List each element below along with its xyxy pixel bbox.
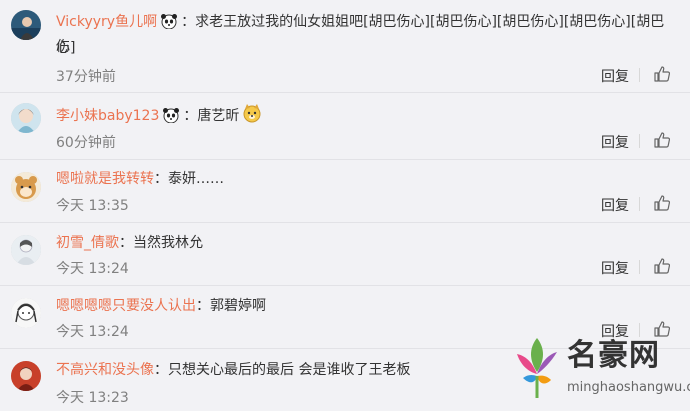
comment-text-continued: 心] — [56, 40, 76, 56]
comment-time: 今天 13:24 — [56, 261, 129, 277]
reply-button[interactable]: 回复 — [601, 132, 629, 152]
thumbs-up-icon[interactable] — [653, 65, 671, 83]
doge-emoji-icon — [242, 103, 262, 130]
comment-username[interactable]: 李小妹baby123 — [56, 108, 159, 124]
comment-time: 今天 13:23 — [56, 390, 129, 406]
comment-username[interactable]: Vickyyry鱼儿啊 — [56, 14, 157, 30]
watermark-title: 名豪网 — [567, 338, 660, 373]
watermark: 名豪网 minghaoshangwu.com — [507, 330, 690, 411]
comment-separator: ： — [196, 298, 210, 314]
comment-username[interactable]: 初雪_倩歌 — [56, 235, 119, 251]
comment-time: 37分钟前 — [56, 69, 116, 85]
comment-time: 今天 13:24 — [56, 324, 129, 340]
comment-item: 李小妹baby123 ：唐艺昕 60分钟前 回复 — [0, 93, 690, 159]
divider — [639, 134, 640, 148]
comment-text: 郭碧婷啊 — [210, 298, 266, 314]
comment-item: 初雪_倩歌：当然我林允 今天 13:24 回复 — [0, 223, 690, 285]
comment-separator: ： — [154, 362, 168, 378]
watermark-url: minghaoshangwu.com — [567, 380, 690, 395]
panda-emoji-icon — [162, 107, 180, 130]
comment-text: 只想关心最后的最后 会是谁收了王老板 — [168, 362, 411, 378]
divider — [639, 197, 640, 211]
reply-button[interactable]: 回复 — [601, 66, 629, 86]
comment-item: 嗯啦就是我转转：泰妍…… 今天 13:35 回复 — [0, 160, 690, 222]
reply-button[interactable]: 回复 — [601, 258, 629, 278]
comment-username[interactable]: 嗯嗯嗯嗯只要没人认出 — [56, 298, 196, 314]
panda-emoji-icon — [160, 13, 178, 36]
avatar[interactable] — [11, 235, 41, 265]
comment-separator: ： — [181, 14, 196, 30]
comment-time: 60分钟前 — [56, 135, 116, 151]
avatar[interactable] — [11, 10, 41, 40]
watermark-logo-icon — [517, 338, 557, 398]
avatar[interactable] — [11, 361, 41, 391]
comment-item: Vickyyry鱼儿啊 ：求老王放过我的仙女姐姐吧[胡巴伤心][胡巴伤心][胡巴伤… — [0, 0, 690, 92]
avatar[interactable] — [11, 172, 41, 202]
avatar[interactable] — [11, 103, 41, 133]
comment-separator: ： — [154, 171, 168, 187]
thumbs-up-icon[interactable] — [653, 194, 671, 212]
avatar[interactable] — [11, 298, 41, 328]
thumbs-up-icon[interactable] — [653, 257, 671, 275]
thumbs-up-icon[interactable] — [653, 131, 671, 149]
reply-button[interactable]: 回复 — [601, 195, 629, 215]
comment-text: 当然我林允 — [133, 235, 203, 251]
comment-text: 泰妍…… — [168, 171, 224, 187]
comment-time: 今天 13:35 — [56, 198, 129, 214]
comment-text: 唐艺昕 — [197, 108, 240, 124]
comment-username[interactable]: 嗯啦就是我转转 — [56, 171, 154, 187]
divider — [639, 68, 640, 82]
comment-separator: ： — [119, 235, 133, 251]
divider — [639, 260, 640, 274]
comment-username[interactable]: 不高兴和没头像 — [56, 362, 154, 378]
comment-separator: ： — [183, 108, 198, 124]
